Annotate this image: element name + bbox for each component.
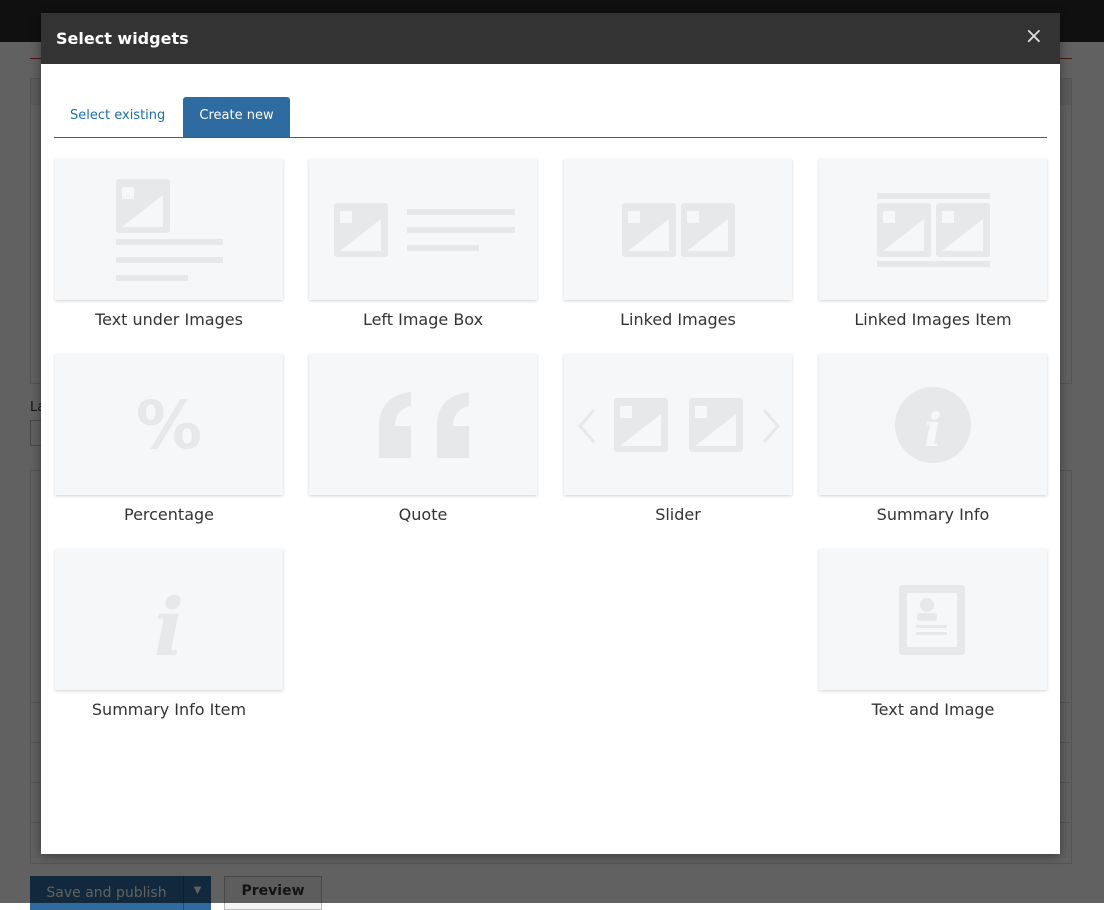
modal-header: Select widgets × <box>41 13 1060 64</box>
summary-info-icon: i <box>895 387 971 463</box>
widget-tile-percentage[interactable]: % Percentage <box>55 354 283 524</box>
widget-thumbnail <box>564 354 792 495</box>
widget-label: Quote <box>398 505 448 524</box>
widget-thumbnail <box>819 159 1047 300</box>
widget-thumbnail <box>309 354 537 495</box>
text-and-image-icon <box>899 585 965 655</box>
widget-tile-slider[interactable]: Slider <box>564 354 792 524</box>
widget-tile-left-image-box[interactable]: Left Image Box <box>309 159 537 329</box>
linked-images-item-icon <box>877 193 990 267</box>
svg-text:i: i <box>154 580 184 674</box>
svg-text:%: % <box>136 387 202 464</box>
tab-create-new[interactable]: Create new <box>183 97 290 137</box>
widget-thumbnail <box>819 549 1047 690</box>
widget-thumbnail: i <box>819 354 1047 495</box>
quote-icon <box>379 392 469 458</box>
left-image-box-icon <box>334 203 515 257</box>
widget-label: Percentage <box>123 505 214 524</box>
widget-thumbnail: i <box>55 549 283 690</box>
text-under-images-icon <box>116 179 223 281</box>
widget-tile-linked-images-item[interactable]: Linked Images Item <box>819 159 1047 329</box>
widget-label: Text and Image <box>871 700 995 719</box>
select-widgets-modal: Select widgets × Select existing Create … <box>41 13 1060 854</box>
widget-label: Linked Images Item <box>854 310 1012 329</box>
widget-thumbnail: % <box>55 354 283 495</box>
percentage-icon: % <box>136 387 202 464</box>
linked-images-icon <box>622 203 735 257</box>
widget-tile-text-and-image[interactable]: Text and Image <box>819 549 1047 719</box>
svg-text:i: i <box>924 403 941 457</box>
summary-info-item-icon: i <box>154 580 184 674</box>
widget-label: Left Image Box <box>362 310 484 329</box>
widget-label: Summary Info Item <box>91 700 247 719</box>
widget-thumbnail <box>309 159 537 300</box>
widget-label: Slider <box>655 505 701 524</box>
widget-label: Summary Info <box>876 505 990 524</box>
widget-thumbnail <box>55 159 283 300</box>
widget-label: Text under Images <box>95 310 243 329</box>
slider-icon <box>578 398 780 452</box>
widget-tile-quote[interactable]: Quote <box>309 354 537 524</box>
close-icon[interactable]: × <box>1025 25 1043 49</box>
tab-select-existing[interactable]: Select existing <box>54 97 181 137</box>
widget-tile-text-under-images[interactable]: Text under Images <box>55 159 283 329</box>
widget-tabs: Select existing Create new <box>54 97 1047 138</box>
widget-tile-linked-images[interactable]: Linked Images <box>564 159 792 329</box>
widget-label: Linked Images <box>620 310 736 329</box>
modal-title: Select widgets <box>56 29 189 48</box>
widget-tile-summary-info[interactable]: i Summary Info <box>819 354 1047 524</box>
widget-tile-summary-info-item[interactable]: i Summary Info Item <box>55 549 283 719</box>
widget-thumbnail <box>564 159 792 300</box>
